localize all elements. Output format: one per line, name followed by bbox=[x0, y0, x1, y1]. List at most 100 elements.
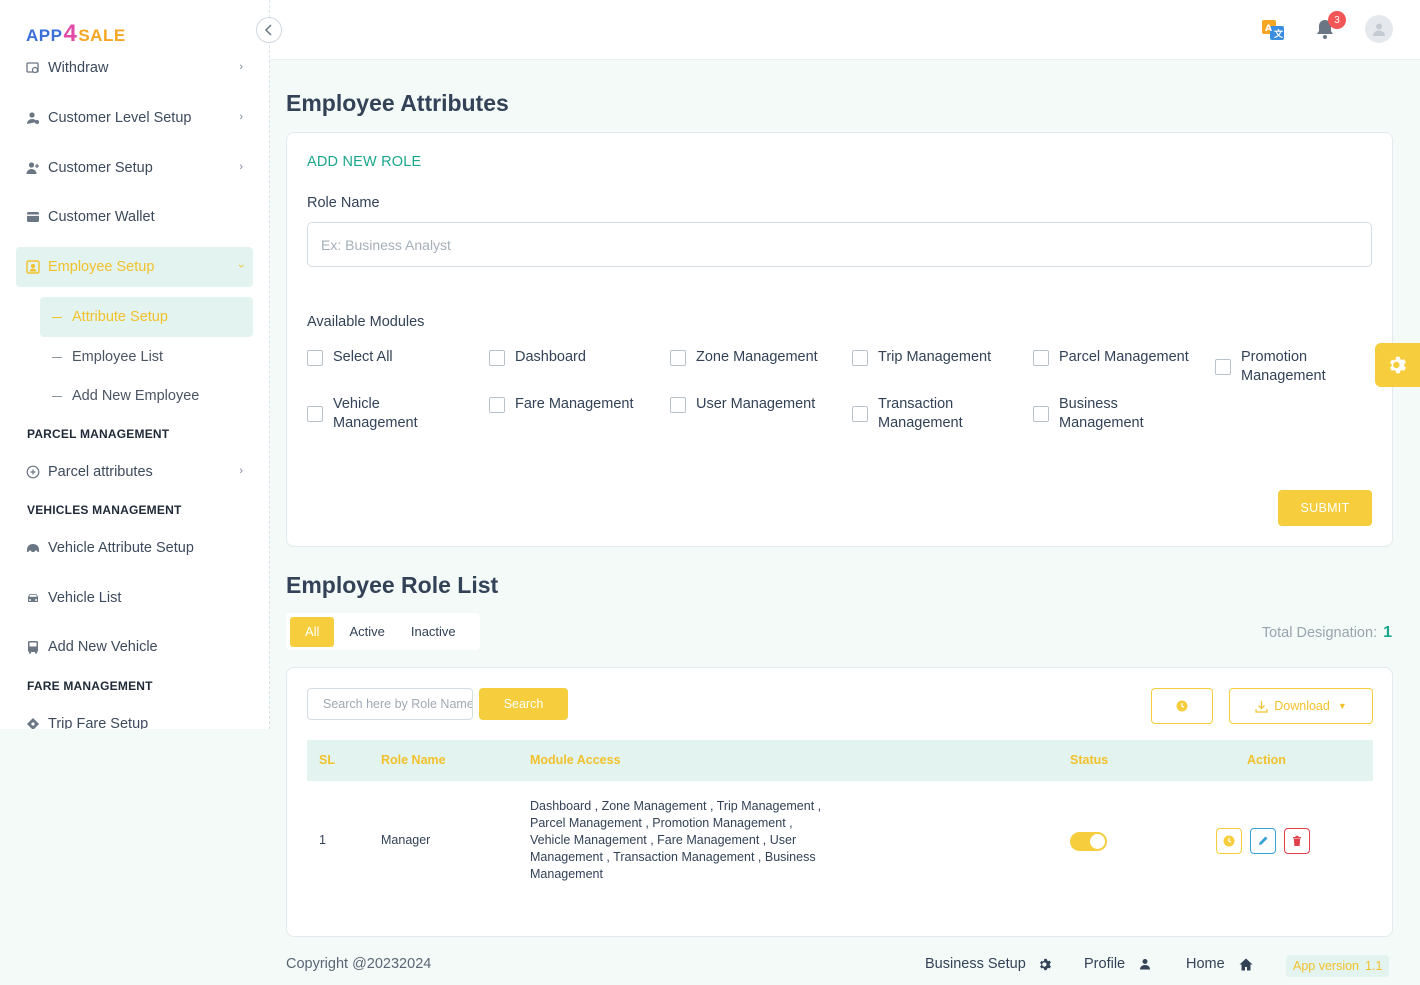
chevron-down-icon: › bbox=[235, 264, 248, 268]
total-designation-label: Total Designation: bbox=[1261, 625, 1378, 641]
checkbox-icon[interactable] bbox=[307, 406, 323, 422]
sidebar-item-employee-setup[interactable]: Employee Setup › bbox=[16, 247, 253, 287]
section-title-fare: FARE MANAGEMENT bbox=[27, 679, 153, 693]
search-placeholder: Search here by Role Name bbox=[323, 697, 473, 711]
sidebar-item-add-new-vehicle[interactable]: Add New Vehicle bbox=[16, 627, 253, 667]
tab-all[interactable]: All bbox=[290, 616, 335, 647]
download-label: Download bbox=[1274, 699, 1330, 713]
sidebar-item-withdraw[interactable]: Withdraw › bbox=[16, 48, 253, 88]
module-label: Transaction Management bbox=[878, 396, 963, 431]
tab-inactive[interactable]: Inactive bbox=[400, 617, 467, 647]
module-label: Promotion Management bbox=[1241, 349, 1326, 384]
sidebar-item-customer-setup[interactable]: Customer Setup › bbox=[16, 148, 253, 188]
delete-action-button[interactable] bbox=[1284, 828, 1310, 854]
notification-count-badge: 3 bbox=[1328, 11, 1346, 29]
sidebar-collapse-button[interactable] bbox=[256, 17, 282, 43]
sidebar-item-vehicle-attribute-setup[interactable]: Vehicle Attribute Setup bbox=[16, 528, 253, 568]
module-checkbox-zone-management[interactable]: Zone Management bbox=[670, 348, 818, 367]
footer-link-business-setup[interactable]: Business Setup bbox=[925, 956, 1053, 972]
column-header-status: Status bbox=[1070, 753, 1109, 767]
checkbox-icon[interactable] bbox=[489, 397, 505, 413]
module-checkbox-trip-management[interactable]: Trip Management bbox=[852, 348, 991, 367]
chevron-left-icon bbox=[264, 24, 272, 36]
search-input[interactable]: Search here by Role Name bbox=[307, 688, 473, 720]
translate-icon[interactable]: A文 bbox=[1261, 19, 1285, 41]
module-checkbox-fare-management[interactable]: Fare Management bbox=[489, 395, 633, 414]
sidebar-item-vehicle-list[interactable]: Vehicle List bbox=[16, 578, 253, 618]
checkbox-icon[interactable] bbox=[1033, 350, 1049, 366]
plus-circle-icon bbox=[26, 465, 40, 479]
module-checkbox-dashboard[interactable]: Dashboard bbox=[489, 348, 586, 367]
checkbox-icon[interactable] bbox=[489, 350, 505, 366]
table-header: SL Role Name Module Access Status Action bbox=[307, 740, 1373, 781]
app-version-badge: App version 1.1 bbox=[1286, 955, 1390, 977]
status-toggle[interactable] bbox=[1070, 832, 1107, 851]
module-checkbox-user-management[interactable]: User Management bbox=[670, 395, 815, 414]
settings-gear-button[interactable] bbox=[1375, 343, 1420, 387]
section-title-parcel: PARCEL MANAGEMENT bbox=[27, 427, 170, 441]
module-label: Vehicle Management bbox=[333, 396, 418, 431]
user-icon bbox=[1373, 23, 1385, 36]
module-checkbox-transaction-management[interactable]: Transaction Management bbox=[852, 395, 992, 433]
checkbox-icon[interactable] bbox=[670, 350, 686, 366]
submit-button[interactable]: SUBMIT bbox=[1278, 490, 1372, 526]
sidebar-item-label: Customer Level Setup bbox=[48, 110, 192, 126]
vehicle-attribute-icon bbox=[26, 541, 40, 555]
cell-role-name: Manager bbox=[381, 833, 431, 847]
total-designation-value: 1 bbox=[1383, 624, 1392, 641]
search-button[interactable]: Search bbox=[479, 688, 568, 720]
brand-logo[interactable]: APP 4 SALE bbox=[26, 16, 126, 46]
column-header-role-name: Role Name bbox=[381, 753, 446, 767]
tab-active[interactable]: Active bbox=[338, 617, 395, 647]
add-role-card: ADD NEW ROLE Role Name Available Modules… bbox=[286, 132, 1393, 547]
edit-action-button[interactable] bbox=[1250, 828, 1276, 854]
caret-down-icon: ▼ bbox=[1337, 701, 1347, 711]
module-checkbox-vehicle-management[interactable]: Vehicle Management bbox=[307, 395, 447, 433]
sidebar-subitem-employee-list[interactable]: Employee List bbox=[40, 337, 253, 377]
car-icon bbox=[26, 591, 40, 605]
checkbox-icon[interactable] bbox=[852, 350, 868, 366]
svg-text:A: A bbox=[1265, 24, 1272, 34]
sidebar-item-label: Add New Vehicle bbox=[48, 639, 158, 655]
footer-link-profile[interactable]: Profile bbox=[1084, 956, 1151, 972]
logo-text-four: 4 bbox=[63, 20, 78, 47]
checkbox-icon[interactable] bbox=[1033, 406, 1049, 422]
module-checkbox-parcel-management[interactable]: Parcel Management bbox=[1033, 348, 1189, 367]
column-header-sl: SL bbox=[319, 753, 335, 767]
sidebar-item-customer-wallet[interactable]: Customer Wallet bbox=[16, 197, 253, 237]
clock-icon bbox=[1176, 700, 1188, 712]
sidebar-item-trip-fare-setup[interactable]: Trip Fare Setup bbox=[16, 704, 253, 729]
available-modules-label: Available Modules bbox=[307, 314, 425, 330]
status-tabs: All Active Inactive bbox=[286, 613, 480, 650]
module-checkbox-business-management[interactable]: Business Management bbox=[1033, 395, 1173, 433]
module-checkbox-select-all[interactable]: Select All bbox=[307, 348, 393, 367]
footer-link-home[interactable]: Home bbox=[1186, 956, 1253, 972]
module-checkbox-promotion-management[interactable]: Promotion Management bbox=[1215, 348, 1355, 386]
checkbox-icon[interactable] bbox=[307, 350, 323, 366]
history-button[interactable] bbox=[1151, 688, 1213, 724]
checkbox-icon[interactable] bbox=[1215, 359, 1231, 375]
checkbox-icon[interactable] bbox=[852, 406, 868, 422]
module-label: Parcel Management bbox=[1059, 349, 1189, 365]
module-label: Business Management bbox=[1059, 396, 1144, 431]
sidebar-subitem-add-new-employee[interactable]: Add New Employee bbox=[40, 376, 253, 416]
sidebar-subitem-attribute-setup[interactable]: Attribute Setup bbox=[40, 297, 253, 337]
chevron-right-icon: › bbox=[239, 465, 243, 477]
footer-link-label: Profile bbox=[1084, 956, 1126, 972]
sidebar-item-parcel-attributes[interactable]: Parcel attributes › bbox=[16, 452, 253, 492]
sidebar-item-label: Trip Fare Setup bbox=[48, 716, 149, 729]
sidebar-item-label: Vehicle Attribute Setup bbox=[48, 540, 194, 556]
checkbox-icon[interactable] bbox=[670, 397, 686, 413]
sidebar-item-label: Vehicle List bbox=[48, 590, 122, 606]
dash-icon bbox=[52, 356, 62, 358]
wallet-icon bbox=[26, 210, 40, 224]
download-button[interactable]: Download ▼ bbox=[1229, 688, 1373, 724]
cell-module-access: Dashboard , Zone Management , Trip Manag… bbox=[530, 799, 822, 881]
sidebar-subitem-label: Add New Employee bbox=[72, 388, 200, 404]
avatar[interactable] bbox=[1365, 15, 1393, 43]
sidebar-item-customer-level-setup[interactable]: Customer Level Setup › bbox=[16, 98, 253, 138]
customer-level-icon bbox=[26, 111, 40, 125]
module-label: Trip Management bbox=[878, 349, 992, 365]
role-name-input[interactable] bbox=[307, 222, 1372, 267]
history-action-button[interactable] bbox=[1216, 828, 1242, 854]
